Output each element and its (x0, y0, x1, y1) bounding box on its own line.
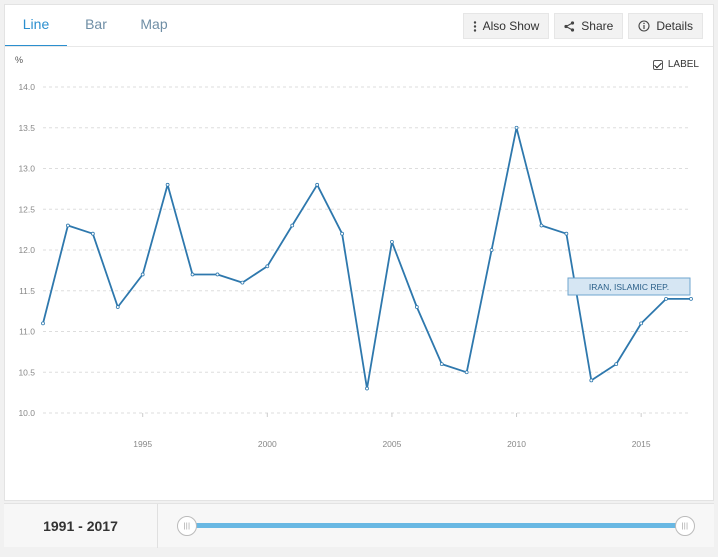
y-tick-label: 11.5 (19, 286, 35, 296)
data-point (315, 182, 320, 187)
data-point (464, 370, 469, 375)
data-point (265, 264, 270, 269)
data-point (240, 280, 245, 285)
x-tick-label: 2000 (258, 439, 277, 449)
range-slider-track[interactable] (184, 523, 684, 528)
range-end: 2017 (86, 518, 118, 534)
data-point (115, 305, 120, 309)
line-chart: 10.0 10.5 11.0 11.5 12.0 12.5 13.0 13.5 14.0 1995… (18, 82, 693, 449)
data-point (639, 321, 644, 326)
data-point (589, 378, 594, 383)
y-tick-label: 11.0 (19, 327, 35, 337)
data-point (539, 223, 544, 228)
range-slider-start-handle[interactable]: ||| (177, 516, 197, 536)
x-tick-label: 2015 (632, 439, 651, 449)
data-point (489, 248, 494, 252)
y-tick-label: 14.0 (18, 82, 35, 92)
series-label-text: IRAN, ISLAMIC REP. (589, 282, 669, 292)
data-point (689, 296, 693, 301)
time-range-bar: 1991 - 2017 ||| ||| (4, 503, 714, 548)
x-tick-label: 2005 (382, 439, 401, 449)
range-separator: - (74, 518, 87, 534)
data-point (290, 223, 295, 228)
chart-panel: Line Bar Map Also Show Share Details % L… (4, 4, 714, 501)
y-tick-label: 13.0 (18, 164, 35, 174)
data-point (414, 305, 419, 309)
data-point (514, 125, 519, 130)
range-display: 1991 - 2017 (4, 504, 158, 548)
data-point (390, 239, 394, 244)
data-point (614, 362, 619, 367)
data-point (165, 182, 170, 187)
data-point (190, 272, 195, 277)
y-tick-label: 10.5 (18, 367, 35, 377)
y-tick-label: 10.0 (18, 408, 35, 418)
range-slider-end-handle[interactable]: ||| (675, 516, 695, 536)
data-point (140, 272, 145, 277)
data-point (340, 231, 344, 236)
series-line (42, 126, 691, 390)
data-point (66, 223, 70, 228)
data-point (564, 231, 569, 236)
y-tick-label: 12.0 (18, 245, 35, 255)
data-point (664, 296, 668, 301)
x-tick-label: 1995 (133, 439, 152, 449)
data-point (439, 362, 444, 367)
data-point (365, 386, 369, 391)
data-point (90, 231, 95, 236)
data-point (41, 321, 45, 326)
y-tick-label: 13.5 (18, 123, 35, 133)
range-start: 1991 (43, 518, 75, 534)
x-tick-label: 2010 (507, 439, 526, 449)
data-point (215, 272, 220, 277)
y-tick-label: 12.5 (18, 204, 35, 214)
